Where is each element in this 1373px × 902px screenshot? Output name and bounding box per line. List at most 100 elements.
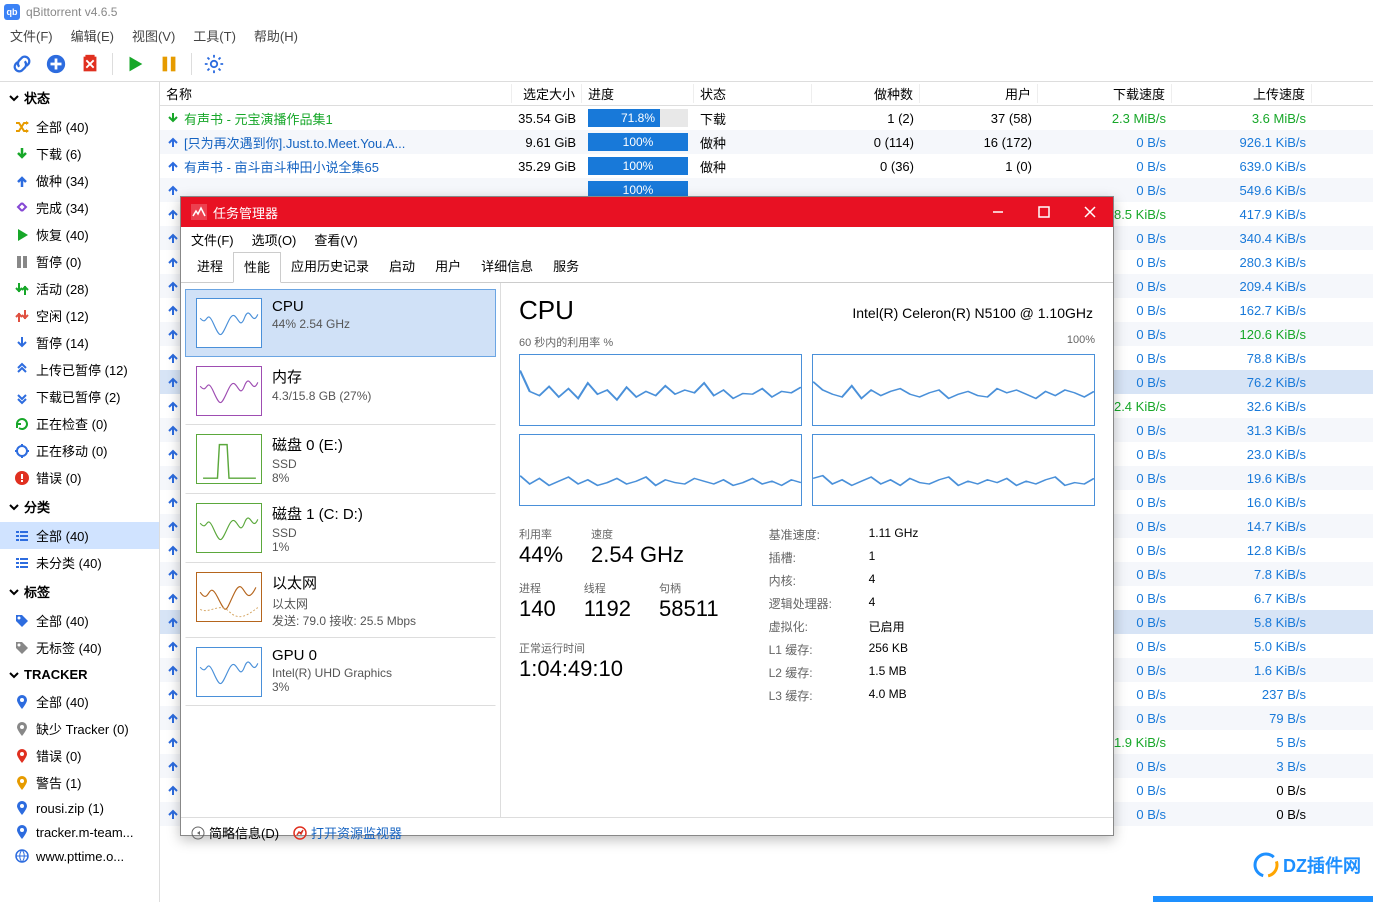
menu-edit[interactable]: 编辑(E) — [71, 26, 114, 45]
cell-name: 有声书 - 元宝演播作品集1 — [160, 109, 512, 128]
sidebar-item-tracker-2[interactable]: 错误 (0) — [0, 742, 159, 769]
sidebar-item-tracker-4[interactable]: rousi.zip (1) — [0, 796, 159, 820]
seeding-icon — [166, 687, 180, 701]
tm-tab-0[interactable]: 进程 — [187, 252, 233, 282]
sidebar-group-tracker[interactable]: TRACKER — [0, 661, 159, 688]
tm-card-mem[interactable]: 内存4.3/15.8 GB (27%) — [185, 357, 496, 425]
sidebar-group-category[interactable]: 分类 — [0, 491, 159, 522]
tm-tab-5[interactable]: 详细信息 — [471, 252, 543, 282]
seeding-icon — [166, 279, 180, 293]
kv-val: 4 — [869, 572, 989, 589]
menu-view[interactable]: 视图(V) — [132, 26, 175, 45]
sidebar-item-status-5[interactable]: 暂停 (0) — [0, 248, 159, 275]
sidebar-item-status-2[interactable]: 做种 (34) — [0, 167, 159, 194]
sidebar-item-status-9[interactable]: 上传已暂停 (12) — [0, 356, 159, 383]
sidebar-item-status-11[interactable]: 正在检查 (0) — [0, 410, 159, 437]
delete-torrent-icon[interactable] — [78, 52, 102, 76]
sidebar-item-status-8[interactable]: 暂停 (14) — [0, 329, 159, 356]
sidebar-item-status-4[interactable]: 恢复 (40) — [0, 221, 159, 248]
seeding-icon — [166, 303, 180, 317]
tm-card-cpu[interactable]: CPU44% 2.54 GHz — [185, 289, 496, 357]
hndl-value: 58511 — [659, 596, 719, 622]
tm-tab-1[interactable]: 性能 — [233, 252, 281, 283]
col-size[interactable]: 选定大小 — [512, 84, 582, 103]
cell-dl: 0 B/s — [1038, 159, 1172, 174]
col-peers[interactable]: 用户 — [920, 84, 1038, 103]
tm-card-eth[interactable]: 以太网以太网发送: 79.0 接收: 25.5 Mbps — [185, 563, 496, 638]
sidebar-item-tracker-5[interactable]: tracker.m-team... — [0, 820, 159, 844]
list-icon — [14, 555, 30, 571]
col-seeds[interactable]: 做种数 — [812, 84, 920, 103]
col-dl[interactable]: 下载速度 — [1038, 84, 1172, 103]
tm-card-d1[interactable]: 磁盘 1 (C: D:)SSD1% — [185, 494, 496, 563]
sidebar-group-tags[interactable]: 标签 — [0, 576, 159, 607]
resume-icon[interactable] — [123, 52, 147, 76]
dbldn-icon — [14, 389, 30, 405]
close-icon[interactable] — [1067, 197, 1113, 227]
sidebar-item-tracker-3[interactable]: 警告 (1) — [0, 769, 159, 796]
sidebar-item-status-1[interactable]: 下载 (6) — [0, 140, 159, 167]
sidebar-item-status-10[interactable]: 下载已暂停 (2) — [0, 383, 159, 410]
tm-tabs: 进程性能应用历史记录启动用户详细信息服务 — [181, 252, 1113, 283]
seeding-icon — [166, 495, 180, 509]
collapse-icon[interactable]: 简略信息(D) — [191, 823, 279, 842]
sidebar-item-status-6[interactable]: 活动 (28) — [0, 275, 159, 302]
col-prog[interactable]: 进度 — [582, 84, 694, 103]
sidebar-item-tracker-1[interactable]: 缺少 Tracker (0) — [0, 715, 159, 742]
cell-peers: 37 (58) — [920, 111, 1038, 126]
kv-key: 虚拟化: — [769, 618, 869, 635]
add-link-icon[interactable] — [10, 52, 34, 76]
maximize-icon[interactable] — [1021, 197, 1067, 227]
tm-card-d0[interactable]: 磁盘 0 (E:)SSD8% — [185, 425, 496, 494]
sidebar-item-status-12[interactable]: 正在移动 (0) — [0, 437, 159, 464]
tm-tab-4[interactable]: 用户 — [425, 252, 471, 282]
sidebar-item-status-3[interactable]: 完成 (34) — [0, 194, 159, 221]
menu-help[interactable]: 帮助(H) — [254, 26, 298, 45]
seeding-icon — [166, 135, 180, 149]
settings-icon[interactable] — [202, 52, 226, 76]
sidebar-group-status[interactable]: 状态 — [0, 82, 159, 113]
task-manager-window[interactable]: 任务管理器 文件(F) 选项(O) 查看(V) 进程性能应用历史记录启动用户详细… — [180, 196, 1114, 836]
sidebar-item-tags-1[interactable]: 无标签 (40) — [0, 634, 159, 661]
add-torrent-icon[interactable] — [44, 52, 68, 76]
menu-file[interactable]: 文件(F) — [10, 26, 53, 45]
tm-tab-6[interactable]: 服务 — [543, 252, 589, 282]
pause-icon[interactable] — [157, 52, 181, 76]
minimize-icon[interactable] — [975, 197, 1021, 227]
tm-tab-3[interactable]: 启动 — [379, 252, 425, 282]
refresh-icon — [14, 416, 30, 432]
sidebar-item-status-13[interactable]: 错误 (0) — [0, 464, 159, 491]
app-title: qBittorrent v4.6.5 — [26, 5, 117, 19]
table-row[interactable]: [只为再次遇到你].Just.to.Meet.You.A...9.61 GiB1… — [160, 130, 1373, 154]
kv-key: 插槽: — [769, 549, 869, 566]
col-ul[interactable]: 上传速度 — [1172, 84, 1312, 103]
tag-icon — [14, 640, 30, 656]
sidebar-item-tracker-6[interactable]: www.pttime.o... — [0, 844, 159, 868]
tm-menu-file[interactable]: 文件(F) — [191, 230, 234, 249]
resource-monitor-link[interactable]: 打开资源监视器 — [293, 823, 402, 842]
sidebar-item-category-1[interactable]: 未分类 (40) — [0, 549, 159, 576]
table-row[interactable]: 有声书 - 亩斗亩斗种田小说全集6535.29 GiB100%做种0 (36)1… — [160, 154, 1373, 178]
sidebar-item-category-0[interactable]: 全部 (40) — [0, 522, 159, 549]
sidebar-item-tracker-0[interactable]: 全部 (40) — [0, 688, 159, 715]
pin-icon — [14, 775, 30, 791]
pin-icon — [14, 721, 30, 737]
col-state[interactable]: 状态 — [694, 84, 812, 103]
sidebar-item-tags-0[interactable]: 全部 (40) — [0, 607, 159, 634]
error-icon — [14, 470, 30, 486]
col-name[interactable]: 名称 — [160, 84, 512, 103]
seeding-icon — [166, 351, 180, 365]
menu-tools[interactable]: 工具(T) — [193, 26, 236, 45]
cell-ul: 76.2 KiB/s — [1172, 375, 1312, 390]
table-row[interactable]: 有声书 - 元宝演播作品集135.54 GiB71.8%下载1 (2)37 (5… — [160, 106, 1373, 130]
speed-label: 速度 — [591, 526, 684, 542]
sidebar-item-status-0[interactable]: 全部 (40) — [0, 113, 159, 140]
tm-menu-options[interactable]: 选项(O) — [252, 230, 297, 249]
sidebar-item-status-7[interactable]: 空闲 (12) — [0, 302, 159, 329]
tm-card-gpu[interactable]: GPU 0Intel(R) UHD Graphics3% — [185, 638, 496, 706]
tm-title-bar[interactable]: 任务管理器 — [181, 197, 1113, 227]
cell-ul: 3.6 MiB/s — [1172, 111, 1312, 126]
tm-tab-2[interactable]: 应用历史记录 — [281, 252, 379, 282]
tm-left-panel: CPU44% 2.54 GHz内存4.3/15.8 GB (27%)磁盘 0 (… — [181, 283, 501, 817]
tm-menu-view[interactable]: 查看(V) — [314, 230, 357, 249]
